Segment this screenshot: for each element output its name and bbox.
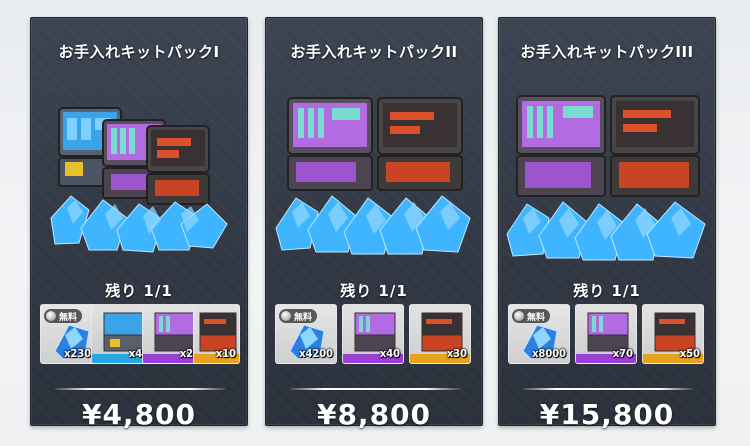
divider: [290, 388, 460, 390]
pack-card-1[interactable]: お手入れキットパックI 残り 1/1 無料 x2300 x40 x20 x10 …: [30, 17, 248, 431]
pack-title: お手入れキットパックIII: [520, 43, 694, 61]
item-crystal[interactable]: 無料 x4200: [275, 304, 337, 364]
item-quantity: x8000: [532, 347, 566, 360]
price: ¥8,800: [316, 398, 432, 431]
pack-card-3[interactable]: お手入れキットパックIII 残り 1/1 無料 x8000 x70 x50 ¥1…: [498, 17, 716, 431]
item-quantity: x4200: [299, 347, 333, 360]
divider: [55, 388, 225, 390]
item-quantity: x70: [612, 347, 633, 360]
free-badge: 無料: [512, 309, 551, 323]
item-crystal[interactable]: 無料 x8000: [508, 304, 570, 364]
divider: [523, 388, 693, 390]
pack-art-kits-and-crystals: [275, 97, 471, 255]
coin-icon: [281, 311, 291, 321]
pack-art-kits-and-crystals: [50, 107, 228, 253]
free-badge: 無料: [44, 309, 83, 323]
coin-icon: [46, 311, 56, 321]
pack-card-2[interactable]: お手入れキットパックII 残り 1/1 無料 x4200 x40 x30 ¥8,…: [265, 17, 483, 431]
pack-title: お手入れキットパックI: [58, 43, 220, 61]
item-kit-purple[interactable]: x40: [342, 304, 404, 364]
pack-title: お手入れキットパックII: [290, 43, 458, 61]
item-kit-purple[interactable]: x70: [575, 304, 637, 364]
item-kit-orange[interactable]: x10: [193, 304, 240, 364]
item-quantity: x30: [446, 347, 467, 360]
price: ¥4,800: [81, 398, 197, 431]
item-quantity: x50: [679, 347, 700, 360]
item-kit-orange[interactable]: x50: [642, 304, 704, 364]
coin-icon: [514, 311, 524, 321]
item-quantity: x10: [215, 347, 236, 360]
remaining-count: 残り 1/1: [340, 282, 408, 300]
item-kit-orange[interactable]: x30: [409, 304, 471, 364]
pack-shop-shelf: お手入れキットパックI 残り 1/1 無料 x2300 x40 x20 x10 …: [0, 0, 750, 446]
item-quantity: x40: [379, 347, 400, 360]
price: ¥15,800: [539, 398, 675, 431]
free-badge: 無料: [279, 309, 318, 323]
remaining-count: 残り 1/1: [105, 282, 173, 300]
pack-art-kits-and-crystals: [506, 95, 706, 261]
remaining-count: 残り 1/1: [573, 282, 641, 300]
